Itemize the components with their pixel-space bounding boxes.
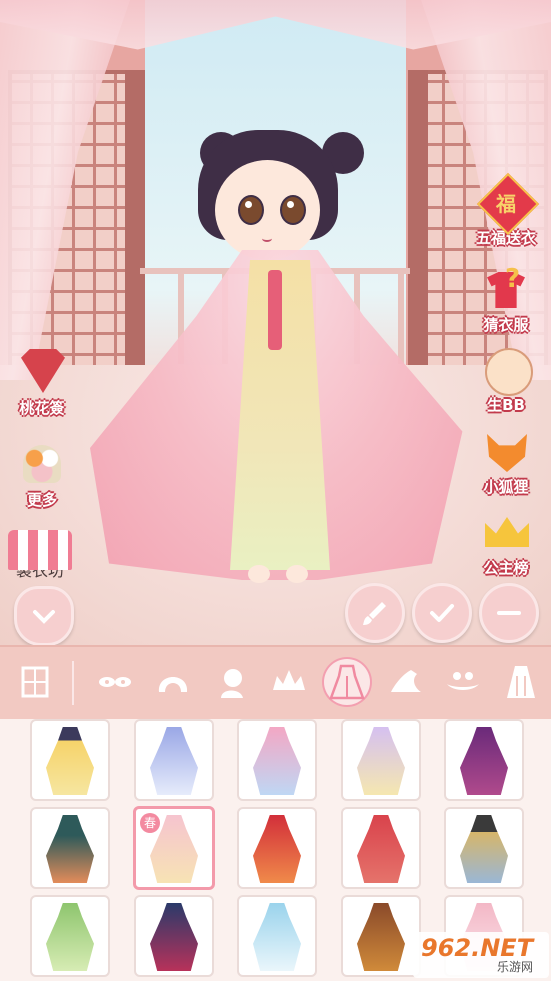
outfit-item[interactable] [444, 807, 524, 889]
remove-button[interactable] [479, 583, 539, 643]
dress-icon[interactable] [324, 659, 370, 705]
flower-basket-icon [15, 437, 69, 491]
shoes-icon[interactable] [382, 659, 428, 705]
guess-clothes-button[interactable]: ? 猜衣服 [466, 262, 546, 334]
chevron-down-icon [33, 610, 55, 624]
dressup-scene: 桃花簽 更多 製衣坊 福 五福送衣 ? 猜衣服 生BB 小狐狸 公主榜 [0, 0, 551, 645]
cloak-icon[interactable] [498, 659, 544, 705]
fox-button[interactable]: 小狐狸 [466, 424, 546, 496]
character-eye-right [280, 195, 306, 225]
outfit-item[interactable] [134, 719, 214, 801]
fu-char: 福 [496, 192, 516, 216]
shop-icon [2, 520, 78, 570]
more-label: 更多 [26, 491, 57, 509]
wufu-button[interactable]: 福 五福送衣 [466, 172, 546, 247]
princess-rank-button[interactable]: 公主榜 [466, 505, 546, 577]
outfit-item[interactable] [237, 895, 317, 977]
taohuaqian-button[interactable]: 桃花簽 [2, 345, 82, 417]
fox-icon [479, 424, 533, 478]
princess-label: 公主榜 [483, 559, 529, 577]
outfit-item[interactable] [341, 719, 421, 801]
outfit-item[interactable] [237, 807, 317, 889]
shirt-question-icon: ? [479, 262, 533, 316]
hair-icon[interactable] [150, 659, 196, 705]
check-icon [430, 604, 454, 622]
outfit-item[interactable] [30, 719, 110, 801]
eyes-icon[interactable] [92, 659, 138, 705]
face-icon[interactable] [208, 659, 254, 705]
outfit-item-selected[interactable]: 春 [133, 806, 215, 890]
confirm-button[interactable] [412, 583, 472, 643]
watermark-site: 乐游网 [497, 960, 534, 974]
robe-sash [268, 270, 282, 350]
baby-button[interactable]: 生BB [466, 342, 546, 414]
workshop-button[interactable]: 製衣坊 [0, 520, 80, 580]
taohuaqian-label: 桃花簽 [19, 399, 65, 417]
character-eye-left [238, 195, 264, 225]
character-mouth [262, 235, 272, 242]
accessory-icon[interactable] [440, 659, 486, 705]
fox-label: 小狐狸 [483, 478, 529, 496]
fan-icon [15, 345, 69, 399]
outfit-item[interactable] [30, 895, 110, 977]
minus-icon [497, 611, 521, 615]
category-bar [0, 645, 551, 721]
character-avatar [90, 120, 470, 600]
wardrobe-icon[interactable] [12, 659, 58, 705]
outfit-item[interactable] [134, 895, 214, 977]
category-separator [72, 661, 74, 705]
brush-button[interactable] [345, 583, 405, 643]
collapse-button[interactable] [14, 586, 74, 645]
outfit-item[interactable] [341, 807, 421, 889]
fu-diamond-icon: 福 [476, 172, 540, 236]
outfit-item[interactable] [30, 807, 110, 889]
guess-label: 猜衣服 [483, 316, 529, 334]
outfit-item[interactable] [341, 895, 421, 977]
spring-badge: 春 [140, 813, 160, 833]
site-watermark: 962.NET 乐游网 [413, 932, 549, 978]
baby-label: 生BB [487, 396, 525, 414]
character-feet [240, 565, 320, 583]
baby-face-icon [479, 342, 533, 396]
brush-icon [363, 602, 386, 625]
outfit-item[interactable] [444, 719, 524, 801]
crown-icon[interactable] [266, 659, 312, 705]
more-button[interactable]: 更多 [2, 437, 82, 509]
outfit-item[interactable] [237, 719, 317, 801]
crown-icon [479, 505, 533, 559]
